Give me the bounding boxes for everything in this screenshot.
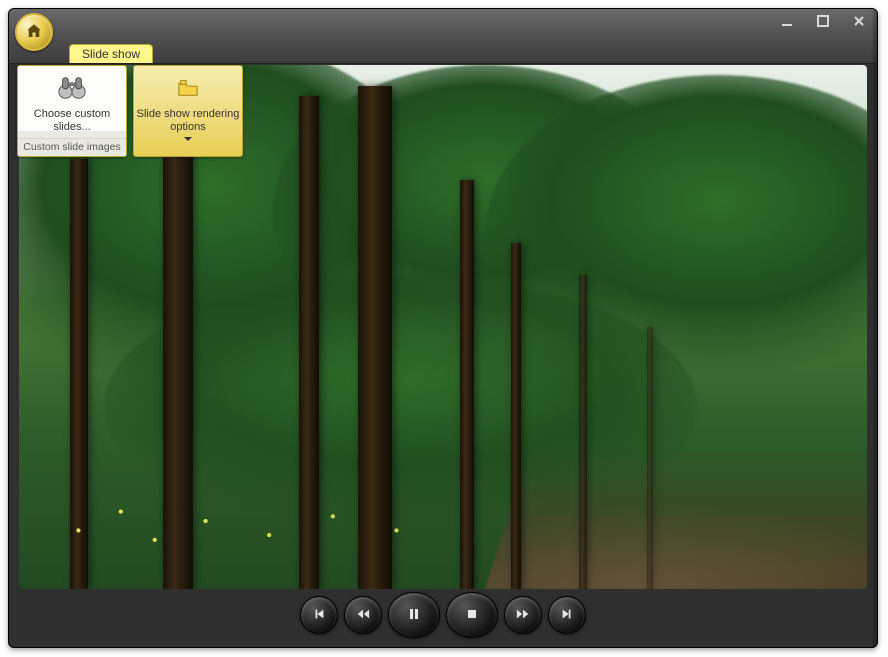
chevron-down-icon xyxy=(184,137,192,141)
choose-custom-slides-button[interactable]: Choose custom slides... Custom slide ima… xyxy=(17,65,127,157)
rewind-icon xyxy=(356,607,370,624)
tab-label: Slide show xyxy=(82,47,140,61)
rendering-options-label: Slide show rendering options xyxy=(134,108,242,133)
fast-forward-icon xyxy=(516,607,530,624)
pause-icon xyxy=(406,606,422,625)
folder-options-icon xyxy=(177,78,199,101)
tab-slide-show[interactable]: Slide show xyxy=(69,44,153,63)
minimize-icon xyxy=(781,15,793,30)
choose-custom-slides-footer: Custom slide images xyxy=(18,138,126,156)
window-controls xyxy=(777,15,869,29)
skip-next-icon xyxy=(560,607,574,624)
forward-button[interactable] xyxy=(504,596,542,634)
app-window: Slide show xyxy=(8,8,878,648)
last-button[interactable] xyxy=(548,596,586,634)
rendering-options-button[interactable]: Slide show rendering options xyxy=(133,65,243,157)
app-menu-button[interactable] xyxy=(15,13,53,51)
skip-previous-icon xyxy=(312,607,326,624)
maximize-icon xyxy=(817,15,829,30)
close-icon xyxy=(853,15,865,30)
maximize-button[interactable] xyxy=(813,15,833,29)
playback-controls xyxy=(9,593,877,637)
stop-icon xyxy=(464,606,480,625)
binoculars-icon xyxy=(57,74,87,105)
house-icon xyxy=(25,22,43,43)
choose-custom-slides-label: Choose custom slides... xyxy=(18,108,126,133)
close-button[interactable] xyxy=(849,15,869,29)
stop-button[interactable] xyxy=(446,592,498,638)
title-bar: Slide show xyxy=(9,9,877,64)
first-button[interactable] xyxy=(300,596,338,634)
minimize-button[interactable] xyxy=(777,15,797,29)
ribbon: Choose custom slides... Custom slide ima… xyxy=(17,65,243,157)
rewind-button[interactable] xyxy=(344,596,382,634)
pause-button[interactable] xyxy=(388,592,440,638)
